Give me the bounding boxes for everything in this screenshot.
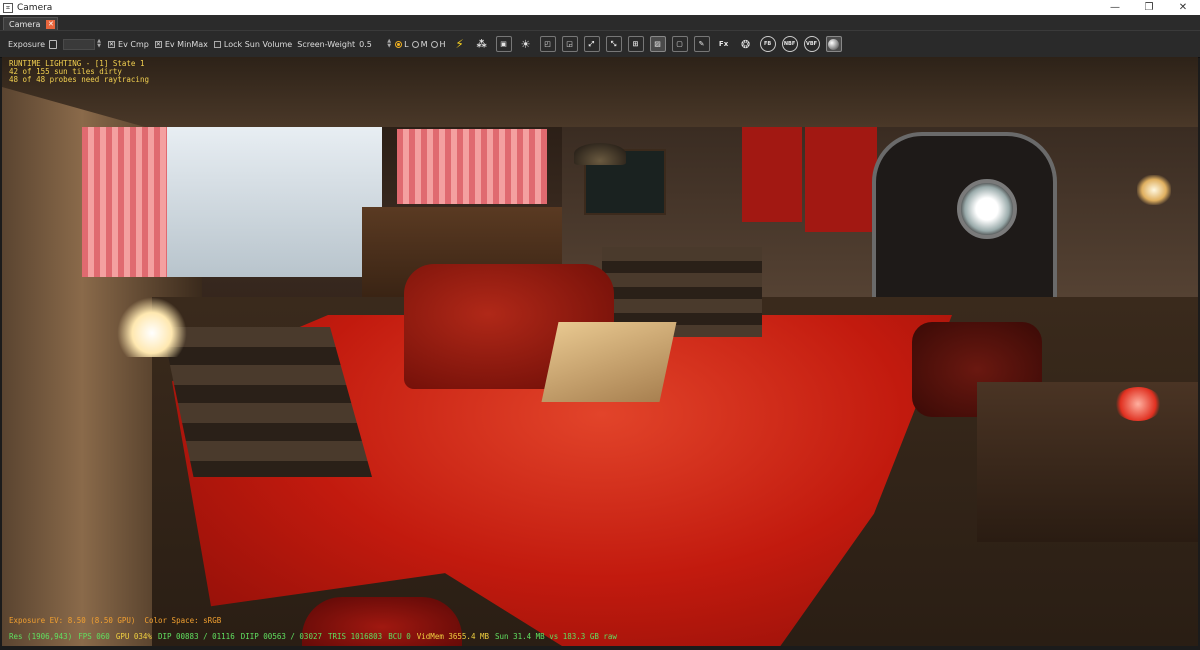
radio-unselected-icon <box>430 40 438 48</box>
stat-fps: FPS 060 <box>78 632 110 641</box>
vbf-icon[interactable]: VBF <box>803 36 820 52</box>
camera-toolbar: Exposure ▲ ▼ ✕ Ev Cmp ✕ Ev MinMax Lock Su… <box>0 31 1200 58</box>
stats-bar: Res (1906,943) FPS 060 GPU 034% DIP 0088… <box>9 632 617 641</box>
red-lamp <box>1114 387 1162 421</box>
collapse-icon[interactable]: ⤡ <box>605 36 622 52</box>
material-sphere-icon[interactable] <box>825 36 842 52</box>
exposure-input[interactable] <box>63 38 96 50</box>
lightning-icon[interactable]: ⚡ <box>452 36 468 52</box>
exposure-stepper[interactable]: ▲ ▼ <box>96 38 102 50</box>
stat-sun: Sun 31.4 MB vs 183.3 GB raw <box>495 632 617 641</box>
ev-cmp-checkbox[interactable]: ✕ Ev Cmp <box>108 40 149 49</box>
maximize-button[interactable]: ❐ <box>1132 0 1166 15</box>
tab-camera[interactable]: Camera ✕ <box>3 17 59 30</box>
grid-sphere-icon[interactable]: ❂ <box>738 36 754 52</box>
window-titlebar: ⌗ Camera — ❐ ✕ <box>0 0 1200 15</box>
close-button[interactable]: ✕ <box>1166 0 1200 15</box>
expand-icon[interactable]: ⤢ <box>583 36 600 52</box>
pencil-icon[interactable]: ✎ <box>693 36 710 52</box>
quality-radio-low[interactable]: L <box>395 39 409 49</box>
stat-vidmem: VidMem 3655.4 MB <box>416 632 490 641</box>
bake-icon[interactable]: ◰ <box>539 36 556 52</box>
quality-radio-high[interactable]: H <box>430 39 446 49</box>
app-icon: ⌗ <box>3 2 13 13</box>
fx-icon[interactable]: Fx <box>716 36 732 52</box>
ceiling-lamp <box>574 143 626 165</box>
quality-low-label: L <box>404 39 409 49</box>
checkbox-checked-icon: ✕ <box>154 40 162 48</box>
stat-res: Res (1906,943) <box>9 632 73 641</box>
quality-radio-medium[interactable]: M <box>411 39 428 49</box>
hud-line-3: 48 of 48 probes need raytracing <box>9 75 149 84</box>
runtime-lighting-hud: RUNTIME LIGHTING - [1] State 1 42 of 155… <box>9 60 149 84</box>
stat-diip: DIIP 00563 / 03027 <box>240 632 322 641</box>
poster-left <box>742 127 802 222</box>
stat-dip: DIP 00883 / 01116 <box>157 632 235 641</box>
coffee-table <box>541 322 677 402</box>
capture-icon[interactable]: ▣ <box>495 36 512 52</box>
porthole-window <box>957 179 1017 239</box>
exposure-label: Exposure <box>8 39 46 49</box>
ev-minmax-label: Ev MinMax <box>164 39 208 49</box>
fb-icon[interactable]: FB <box>759 36 776 52</box>
screen-weight-label: Screen-Weight <box>297 39 356 49</box>
stat-bcu: BCU 0 <box>388 632 411 641</box>
wall-lamp-left <box>117 297 187 357</box>
quality-high-label: H <box>439 39 446 49</box>
window-controls: — ❐ ✕ <box>1098 0 1200 15</box>
tab-strip: Camera ✕ <box>0 15 1200 31</box>
poster-right <box>805 127 877 232</box>
checkbox-checked-icon: ✕ <box>108 40 116 48</box>
sun-icon[interactable]: ☀ <box>518 36 534 52</box>
screen-weight-stepper[interactable]: ▲ ▼ <box>386 38 392 50</box>
radio-selected-icon <box>395 40 403 48</box>
curtain-right <box>397 129 547 204</box>
radio-unselected-icon <box>411 40 419 48</box>
lock-sun-volume-label: Lock Sun Volume <box>223 39 293 49</box>
curtain-left <box>82 127 167 277</box>
frame-icon[interactable]: ▢ <box>671 36 688 52</box>
exposure-readout: Exposure EV: 8.50 (8.50 GPU) Color Space… <box>9 616 222 625</box>
tab-close-icon[interactable]: ✕ <box>46 19 56 29</box>
stat-tris: TRIS 1016803 <box>328 632 383 641</box>
toolbar-icon-group: ⚡ ⁂ ▣ ☀ ◰ ◲ ⤢ ⤡ ⊞ ▨ ▢ ✎ Fx ❂ FB NBF VBF <box>452 36 848 52</box>
render-icon[interactable]: ◲ <box>561 36 578 52</box>
lock-icon[interactable] <box>49 39 58 49</box>
probes-icon[interactable]: ⁂ <box>474 36 490 52</box>
screen-weight-input[interactable]: 0.5 <box>359 39 385 50</box>
quality-medium-label: M <box>420 39 428 49</box>
lock-sun-volume-checkbox[interactable]: Lock Sun Volume <box>213 39 293 49</box>
checkbox-unchecked-icon <box>213 40 221 48</box>
ev-minmax-checkbox[interactable]: ✕ Ev MinMax <box>154 39 208 49</box>
wall-lamp-right <box>1137 175 1171 205</box>
image-view-icon[interactable]: ▨ <box>649 36 666 52</box>
nbf-icon[interactable]: NBF <box>781 36 798 52</box>
tab-label: Camera <box>9 19 41 29</box>
window-title: Camera <box>17 2 53 13</box>
add-view-icon[interactable]: ⊞ <box>627 36 644 52</box>
minimize-button[interactable]: — <box>1098 0 1132 15</box>
side-desk <box>977 382 1198 542</box>
ceiling <box>2 57 1198 127</box>
ev-cmp-label: Ev Cmp <box>118 39 149 49</box>
stat-gpu: GPU 034% <box>115 632 152 641</box>
camera-viewport[interactable] <box>2 57 1198 646</box>
